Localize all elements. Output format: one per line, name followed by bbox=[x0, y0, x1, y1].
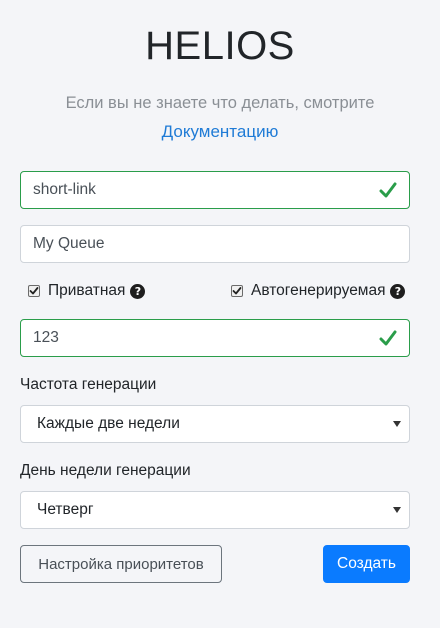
check-icon bbox=[379, 182, 397, 198]
autogen-checkbox-label: Автогенерируемая bbox=[251, 282, 386, 299]
priorities-settings-button[interactable]: Настройка приоритетов bbox=[20, 545, 222, 583]
private-checkbox-row: Приватная ? bbox=[28, 280, 146, 302]
question-circle-icon[interactable]: ? bbox=[130, 283, 146, 299]
frequency-label: Частота генерации bbox=[20, 376, 157, 393]
short-link-input[interactable]: short-link bbox=[20, 171, 410, 209]
private-checkbox[interactable] bbox=[28, 285, 40, 297]
weekday-select[interactable]: Четверг bbox=[20, 491, 410, 529]
autogen-checkbox-row: Автогенерируемая ? bbox=[231, 280, 406, 302]
weekday-selected: Четверг bbox=[37, 501, 94, 518]
number-input[interactable]: 123 bbox=[20, 319, 410, 357]
private-checkbox-label: Приватная bbox=[48, 282, 126, 299]
frequency-select[interactable]: Каждые две недели bbox=[20, 405, 410, 443]
number-value: 123 bbox=[33, 329, 59, 346]
app-title: HELIOS bbox=[145, 24, 295, 68]
create-button[interactable]: Создать bbox=[323, 545, 410, 583]
autogen-checkbox[interactable] bbox=[231, 285, 243, 297]
weekday-label: День недели генерации bbox=[20, 462, 191, 479]
queue-name-input[interactable]: My Queue bbox=[20, 225, 410, 263]
frequency-selected: Каждые две недели bbox=[37, 415, 180, 432]
question-circle-icon[interactable]: ? bbox=[390, 283, 406, 299]
check-icon bbox=[379, 330, 397, 346]
short-link-value: short-link bbox=[33, 181, 96, 198]
queue-name-value: My Queue bbox=[33, 235, 105, 252]
documentation-link[interactable]: Документацию bbox=[0, 121, 440, 143]
chevron-down-icon bbox=[393, 507, 401, 513]
chevron-down-icon bbox=[393, 421, 401, 427]
subtitle-text: Если вы не знаете что делать, смотрите bbox=[65, 94, 375, 112]
